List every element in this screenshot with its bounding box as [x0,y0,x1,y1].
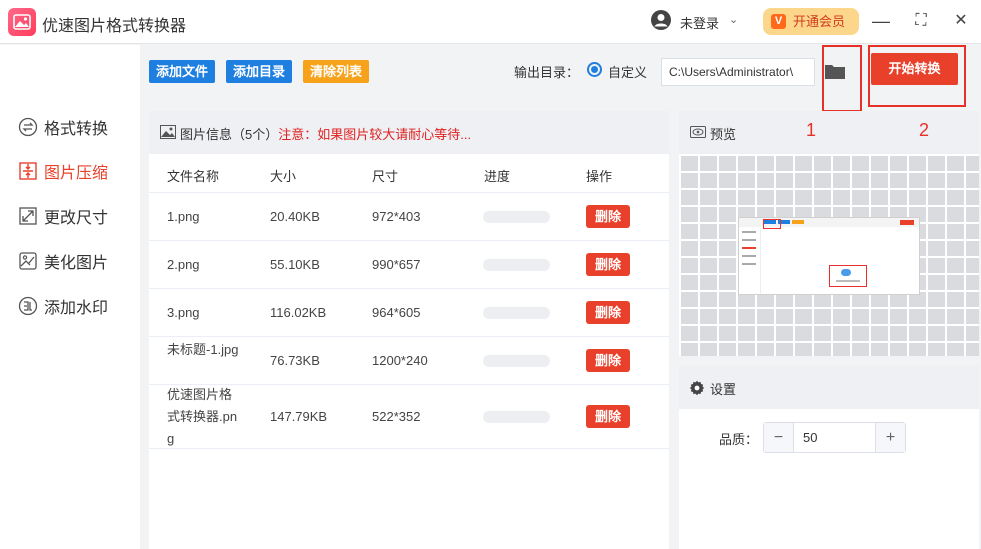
quality-stepper[interactable]: − 50 + [763,422,906,453]
vip-badge-icon: V [771,14,786,29]
col-dimensions: 尺寸 [372,169,399,184]
file-name: 3.png [167,305,200,320]
preview-header: 预览 [679,111,979,154]
delete-button[interactable]: 删除 [586,405,630,428]
image-icon [160,125,176,139]
delete-button[interactable]: 删除 [586,349,630,372]
sidebar-item-watermark[interactable]: 添加水印 [18,294,108,318]
beautify-icon [19,252,37,270]
minimize-button[interactable]: — [870,10,892,32]
sidebar-item-compress[interactable]: 图片压缩 [18,159,108,183]
file-size: 76.73KB [270,353,320,368]
vip-button-label: 开通会员 [793,14,846,29]
sidebar: 格式转换 图片压缩 更改尺寸 美化图片 添加水印 [0,45,140,549]
wait-notice: 注意：如果图片较大请耐心等待... [278,127,472,142]
file-dimensions: 964*605 [372,305,421,320]
gear-icon [689,380,705,396]
sidebar-item-label: 格式转换 [44,121,109,138]
file-dimensions: 522*352 [372,409,421,424]
step-two-marker: 2 [919,120,930,140]
settings-header: 设置 [679,366,979,409]
sidebar-item-label: 美化图片 [44,255,109,272]
app-logo-icon [8,8,36,36]
quality-label: 品质： [719,432,759,447]
table-row: 优速图片格式转换器.png 147.79KB 522*352 删除 [149,385,669,449]
sidebar-item-label: 更改尺寸 [44,210,109,227]
clear-list-button[interactable]: 清除列表 [303,60,370,83]
preview-thumbnail [738,217,920,295]
progress-bar [483,259,550,271]
title-bar: 优速图片格式转换器 未登录 ⌄ V 开通会员 — ⛶ ✕ [0,0,981,44]
vip-button[interactable]: V 开通会员 [763,8,859,35]
file-name: 未标题-1.jpg [167,342,239,357]
close-button[interactable]: ✕ [950,10,972,32]
file-dimensions: 990*657 [372,257,421,272]
table-row: 2.png 55.10KB 990*657 删除 [149,241,669,289]
output-path-input[interactable]: C:\Users\Administrator\ [661,58,815,86]
sidebar-item-resize[interactable]: 更改尺寸 [18,204,108,228]
add-file-button[interactable]: 添加文件 [149,60,216,83]
col-size: 大小 [270,169,297,184]
file-table: 文件名称 大小 尺寸 进度 操作 1.png 20.40KB 972*403 删… [149,154,669,449]
file-size: 147.79KB [270,409,328,424]
sidebar-item-label: 添加水印 [44,300,109,317]
user-avatar-icon[interactable] [650,9,672,36]
file-count-label: 图片信息（5个） [180,127,279,142]
add-folder-button[interactable]: 添加目录 [226,60,293,83]
sidebar-item-label: 图片压缩 [44,165,109,182]
preview-label: 预览 [710,127,737,142]
output-dir-label: 输出目录： [514,65,580,80]
increase-button[interactable]: + [875,423,905,452]
file-size: 20.40KB [270,209,320,224]
custom-dir-label[interactable]: 自定义 [608,62,647,81]
col-filename: 文件名称 [167,169,220,184]
sidebar-item-beautify[interactable]: 美化图片 [18,249,108,273]
progress-bar [483,411,550,423]
settings-label: 设置 [710,382,737,397]
delete-button[interactable]: 删除 [586,205,630,228]
table-row: 1.png 20.40KB 972*403 删除 [149,193,669,241]
progress-bar [483,211,550,223]
file-name: 2.png [167,257,200,272]
progress-bar [483,355,550,367]
toolbar: 添加文件 添加目录 清除列表 输出目录： 自定义 C:\Users\Admini… [140,45,981,112]
resize-icon [19,207,37,225]
file-list-header: 图片信息（5个）注意：如果图片较大请耐心等待... [149,111,669,154]
quality-input[interactable]: 50 [803,430,817,445]
file-name: 优速图片格式转换器.png [167,387,238,446]
col-progress: 进度 [484,169,511,184]
settings-panel: 设置 品质： − 50 + [679,366,979,549]
file-dimensions: 1200*240 [372,353,428,368]
preview-panel: 预览 [679,111,979,356]
table-header: 文件名称 大小 尺寸 进度 操作 [149,154,669,193]
highlight-box-folder [822,45,862,112]
progress-bar [483,307,550,319]
file-size: 55.10KB [270,257,320,272]
maximize-button[interactable]: ⛶ [910,10,932,32]
file-dimensions: 972*403 [372,209,421,224]
preview-canvas [679,154,979,356]
col-actions: 操作 [586,169,613,184]
custom-dir-radio[interactable] [587,62,602,77]
delete-button[interactable]: 删除 [586,301,630,324]
start-convert-button[interactable]: 开始转换 [871,53,958,85]
file-name: 1.png [167,209,200,224]
chevron-down-icon[interactable]: ⌄ [729,13,738,26]
sidebar-item-format-convert[interactable]: 格式转换 [18,115,108,139]
decrease-button[interactable]: − [764,423,794,452]
step-one-marker: 1 [806,120,817,140]
delete-button[interactable]: 删除 [586,253,630,276]
app-title: 优速图片格式转换器 [42,18,187,35]
file-size: 116.02KB [270,305,327,320]
table-row: 3.png 116.02KB 964*605 删除 [149,289,669,337]
compress-icon [19,162,37,180]
watermark-icon [18,296,38,316]
file-list-panel: 图片信息（5个）注意：如果图片较大请耐心等待... 文件名称 大小 尺寸 进度 … [149,111,669,549]
table-row: 未标题-1.jpg 76.73KB 1200*240 删除 [149,337,669,385]
eye-icon [690,126,706,138]
login-status-label[interactable]: 未登录 [680,13,719,32]
format-convert-icon [18,117,38,137]
